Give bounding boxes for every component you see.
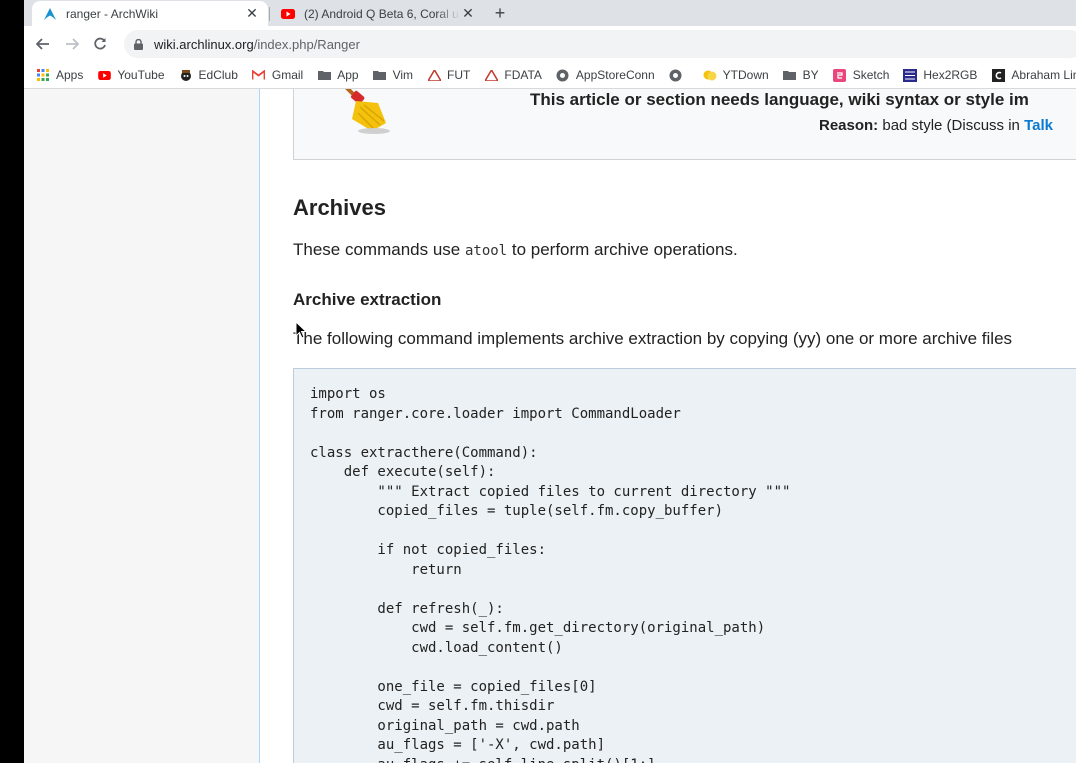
screen-left-edge: [0, 0, 24, 763]
bookmark-unnamed[interactable]: [669, 68, 689, 82]
bookmark-label: Gmail: [271, 68, 304, 82]
sidebar: [24, 89, 259, 763]
tab-strip: ranger - ArchWiki ✕ (2) Android Q Beta 6…: [24, 0, 1076, 26]
web-page: This article or section needs language, …: [24, 89, 1076, 763]
url-path: /index.php/Ranger: [253, 36, 360, 52]
subsection-heading-archive-extraction: Archive extraction: [293, 290, 442, 309]
bookmark-youtube[interactable]: YouTube: [97, 68, 165, 82]
sketch-icon: [833, 68, 847, 82]
new-tab-button[interactable]: +: [490, 3, 510, 23]
bookmark-app-folder[interactable]: App: [317, 68, 359, 82]
bookmark-abraham-linc[interactable]: Abraham Linc: [991, 68, 1076, 82]
edclub-icon: [179, 68, 193, 82]
bookmark-label: BY: [802, 68, 819, 82]
folder-icon: [783, 68, 797, 82]
forward-arrow-icon: [66, 38, 79, 50]
bookmark-label: Hex2RGB: [923, 68, 978, 82]
mouse-cursor-icon: [295, 320, 308, 344]
bookmark-vim-folder[interactable]: Vim: [373, 68, 413, 82]
globe-icon: [556, 68, 570, 82]
bookmark-label: Vim: [392, 68, 414, 82]
fut-icon: [427, 68, 441, 82]
bookmark-label: AppStoreConn: [575, 68, 655, 82]
back-button[interactable]: [32, 33, 54, 55]
tab-youtube[interactable]: (2) Android Q Beta 6, Coral up ✕: [270, 1, 484, 26]
extraction-description: The following command implements archive…: [293, 329, 1013, 348]
close-tab-icon[interactable]: ✕: [460, 5, 476, 22]
atool-code: atool: [464, 243, 508, 259]
reload-icon: [94, 37, 106, 50]
bookmark-label: FUT: [447, 68, 471, 82]
section-heading-archives: Archives: [293, 195, 386, 220]
url-host: wiki.archlinux.org: [154, 36, 254, 52]
bookmark-gmail[interactable]: Gmail: [252, 68, 303, 82]
folder-icon: [317, 68, 331, 82]
intro-text-after: to perform archive operations.: [507, 240, 738, 259]
fdata-icon: [484, 68, 498, 82]
bookmark-label: YTDown: [722, 68, 769, 82]
archlinux-icon: [42, 6, 58, 22]
bookmark-hex2rgb[interactable]: Hex2RGB: [903, 68, 977, 82]
notice-heading: This article or section needs language, …: [530, 90, 1029, 109]
reason-label: Reason:: [819, 117, 879, 134]
apps-grid-icon: [36, 68, 50, 82]
notice-reason: Reason: bad style (Discuss in Talk: [819, 117, 1053, 134]
bookmark-fdata[interactable]: FDATA: [484, 68, 542, 82]
code-block[interactable]: import os from ranger.core.loader import…: [293, 368, 1076, 763]
tab-archwiki[interactable]: ranger - ArchWiki ✕: [32, 1, 268, 26]
talk-link[interactable]: Talk: [1024, 117, 1053, 134]
gmail-icon: [252, 68, 266, 82]
bookmark-label: FDATA: [504, 68, 542, 82]
bookmarks-bar: Apps YouTube EdClub Gmail App Vim FUT FD…: [24, 62, 1076, 89]
broom-icon: [334, 89, 394, 140]
forward-button[interactable]: [61, 33, 83, 55]
bookmark-label: Apps: [56, 68, 84, 82]
address-bar[interactable]: wiki.archlinux.org/index.php/Ranger: [124, 30, 1076, 58]
reason-text: bad style (Discuss in: [878, 117, 1025, 134]
tab-title: (2) Android Q Beta 6, Coral up: [304, 6, 460, 21]
browser-toolbar: wiki.archlinux.org/index.php/Ranger: [24, 26, 1076, 62]
bookmark-label: EdClub: [198, 68, 238, 82]
folder-icon: [373, 68, 387, 82]
url-text: wiki.archlinux.org/index.php/Ranger: [154, 37, 360, 52]
bookmark-label: Abraham Linc: [1011, 68, 1076, 82]
article-content: This article or section needs language, …: [259, 89, 1076, 763]
hex2rgb-icon: [903, 68, 918, 82]
tab-title: ranger - ArchWiki: [66, 6, 159, 21]
bookmark-label: Sketch: [852, 68, 890, 82]
bookmark-sketch[interactable]: Sketch: [833, 68, 890, 82]
lock-icon: [132, 38, 144, 50]
bookmark-fut[interactable]: FUT: [427, 68, 470, 82]
close-tab-icon[interactable]: ✕: [244, 5, 260, 22]
bookmark-edclub[interactable]: EdClub: [179, 68, 238, 82]
youtube-icon: [280, 6, 296, 22]
code-text: import os from ranger.core.loader import…: [310, 386, 791, 763]
ytdown-icon: [703, 68, 717, 82]
bookmark-by-folder[interactable]: BY: [783, 68, 819, 82]
reload-button[interactable]: [89, 33, 111, 55]
back-arrow-icon: [36, 38, 49, 50]
style-notice-box: This article or section needs language, …: [293, 89, 1076, 160]
globe-icon: [669, 68, 683, 82]
bookmark-label: App: [337, 68, 359, 82]
bookmark-apps[interactable]: Apps: [36, 68, 83, 82]
intro-text-before: These commands use: [293, 240, 465, 259]
youtube-icon: [97, 68, 111, 82]
bookmark-label: YouTube: [117, 68, 165, 82]
bookmark-appstoreconn[interactable]: AppStoreConn: [556, 68, 655, 82]
c-icon: [991, 68, 1005, 82]
archives-intro: These commands use atool to perform arch…: [293, 240, 738, 260]
bookmark-ytdown[interactable]: YTDown: [703, 68, 769, 82]
